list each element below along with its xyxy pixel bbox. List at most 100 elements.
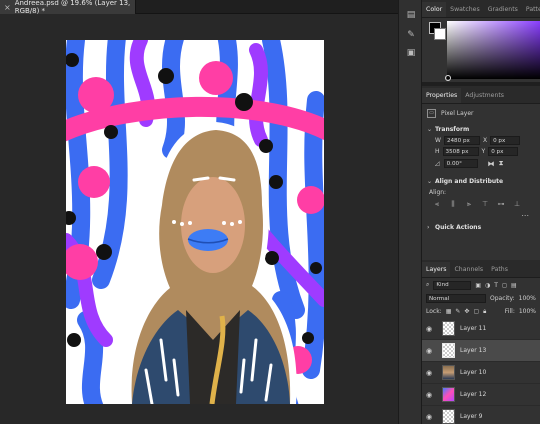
filter-shape-icon[interactable]: ◻ [502,282,507,289]
filter-kind-select[interactable]: Kind [433,280,472,290]
layer-thumbnail [442,365,455,380]
chevron-right-icon: › [427,223,430,231]
layer-row[interactable]: ◉ Layer 11 [422,318,540,340]
flip-horizontal-icon[interactable]: ⧓ [488,160,495,168]
layer-kind-row: ▭ Pixel Layer [427,108,535,119]
more-options-button[interactable]: ... [427,210,535,219]
align-buttons: ⫷ ⫼ ⫸ ⊤ ⊶ ⊥ [427,198,535,210]
layer-filter-row: ⌕ Kind ▣ ◑ T ◻ ▤ [422,278,540,292]
visibility-eye-icon[interactable]: ◉ [422,369,436,377]
artwork-canvas[interactable] [66,40,324,404]
tab-swatches[interactable]: Swatches [446,6,484,17]
layer-thumbnail [442,387,455,402]
tab-patterns[interactable]: Patter [522,6,540,17]
chevron-down-icon: ⌄ [427,125,433,133]
layer-thumbnail [442,321,455,336]
visibility-eye-icon[interactable]: ◉ [422,413,436,421]
fill-label: Fill: [504,308,515,315]
tab-paths[interactable]: Paths [487,266,512,277]
history-icon[interactable]: ▤ [405,10,417,20]
chevron-down-icon: ⌄ [427,177,433,185]
x-label: X [482,137,488,144]
properties-panel-tabs: Properties Adjustments [422,86,540,104]
tab-color[interactable]: Color [422,2,447,17]
transform-section-header[interactable]: ⌄ Transform [427,123,535,135]
color-picker-handle[interactable] [445,75,451,81]
search-icon: ⌕ [426,281,430,288]
tab-layers[interactable]: Layers [422,262,451,277]
align-left-edges-icon[interactable]: ⫷ [433,200,441,208]
align-top-edges-icon[interactable]: ⊤ [481,200,489,208]
flip-vertical-icon[interactable]: ⧗ [499,159,504,168]
artwork-illustration [66,40,324,404]
document-title: Andreea.psd @ 19.6% (Layer 13, RGB/8) * [14,0,131,15]
tab-channels[interactable]: Channels [450,266,487,277]
y-field[interactable]: 0 px [488,147,519,156]
filter-adjustment-icon[interactable]: ◑ [485,282,490,289]
filter-pixel-icon[interactable]: ▣ [475,282,481,289]
layer-row[interactable]: ◉ Layer 12 [422,384,540,406]
align-section-header[interactable]: ⌄ Align and Distribute [427,175,535,187]
lock-all-icon[interactable]: 🔒︎ [483,308,486,316]
lock-position-icon[interactable]: ✥ [464,308,469,315]
layer-row[interactable]: ◉ Layer 9 [422,406,540,424]
pixel-layer-icon: ▭ [427,109,436,118]
align-right-edges-icon[interactable]: ⫸ [465,200,473,208]
align-horizontal-centers-icon[interactable]: ⫼ [449,200,457,208]
lock-row: Lock: ▦ ✎ ✥ ▢ 🔒︎ Fill: 100% [422,305,540,318]
align-heading: Align and Distribute [435,177,504,185]
filter-type-icon[interactable]: T [494,282,498,289]
properties-panel: ▭ Pixel Layer ⌄ Transform W 2480 px X 0 … [422,104,540,235]
color-panel [422,18,540,82]
document-tab[interactable]: × Andreea.psd @ 19.6% (Layer 13, RGB/8) … [0,0,136,15]
tab-properties[interactable]: Properties [422,88,462,103]
layer-thumbnail [442,343,455,358]
height-label: H [435,148,440,155]
align-vertical-centers-icon[interactable]: ⊶ [497,200,505,208]
layer-name: Layer 10 [460,369,487,376]
layer-name: Layer 11 [460,325,487,332]
background-color-swatch[interactable] [434,28,446,40]
collapsed-panel-strip: ▤ ✎ ▣ [398,0,422,424]
width-field[interactable]: 2480 px [443,136,480,145]
fill-value[interactable]: 100% [519,308,536,315]
layer-name: Layer 12 [460,391,487,398]
layer-kind-label: Pixel Layer [441,110,474,117]
transform-row-angle: ◿ 0.00° ⧓ ⧗ [427,158,535,169]
blend-row: Normal Opacity: 100% [422,292,540,305]
angle-field[interactable]: 0.00° [443,159,478,168]
filter-smart-icon[interactable]: ▤ [511,282,517,289]
visibility-eye-icon[interactable]: ◉ [422,391,436,399]
photoshop-window: × Andreea.psd @ 19.6% (Layer 13, RGB/8) … [0,0,540,424]
close-tab-icon[interactable]: × [4,3,11,12]
quick-actions-header[interactable]: › Quick Actions [427,221,535,233]
width-label: W [435,137,441,144]
layer-row[interactable]: ◉ Layer 10 [422,362,540,384]
libraries-icon[interactable]: ▣ [405,48,417,58]
right-panel-dock: Color Swatches Gradients Patter Properti… [422,0,540,424]
lock-pixels-icon[interactable]: ✎ [455,308,460,315]
layer-thumbnail [442,409,455,424]
brush-settings-icon[interactable]: ✎ [405,30,417,40]
canvas-area[interactable] [0,14,398,424]
layer-row-selected[interactable]: ◉ Layer 13 [422,340,540,362]
color-panel-tabs: Color Swatches Gradients Patter [422,0,540,18]
y-label: Y [481,148,486,155]
transform-row-wx: W 2480 px X 0 px [427,135,535,146]
tab-gradients[interactable]: Gradients [484,6,522,17]
tab-adjustments[interactable]: Adjustments [461,92,508,103]
layers-panel: Layers Channels Paths ⌕ Kind ▣ ◑ T ◻ ▤ N… [422,260,540,424]
align-bottom-edges-icon[interactable]: ⊥ [513,200,521,208]
transform-row-hy: H 3508 px Y 0 px [427,146,535,157]
document-tab-bar: × Andreea.psd @ 19.6% (Layer 13, RGB/8) … [0,0,398,15]
blend-mode-select[interactable]: Normal [426,294,486,303]
x-field[interactable]: 0 px [490,136,521,145]
visibility-eye-icon[interactable]: ◉ [422,347,436,355]
height-field[interactable]: 3508 px [442,147,479,156]
lock-transparent-icon[interactable]: ▦ [446,308,452,315]
visibility-eye-icon[interactable]: ◉ [422,325,436,333]
opacity-value[interactable]: 100% [519,295,536,302]
lock-artboard-icon[interactable]: ▢ [473,308,479,315]
color-picker-field[interactable] [447,21,540,79]
layer-name: Layer 9 [460,413,483,420]
